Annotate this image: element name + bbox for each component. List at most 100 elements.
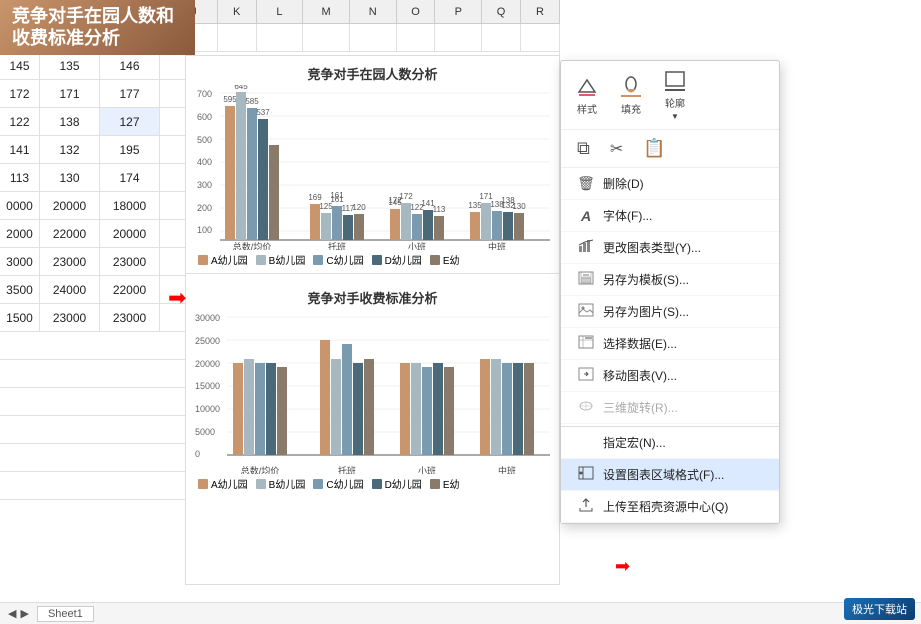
menu-item-move-chart[interactable]: 移动图表(V)... xyxy=(561,360,779,392)
cell[interactable]: 172 xyxy=(0,80,40,107)
menu-item-save-template-label: 另存为模板(S)... xyxy=(603,271,689,288)
legend-item-c: C幼儿园 xyxy=(313,252,363,267)
cell[interactable]: 127 xyxy=(100,108,160,135)
cell[interactable]: 132 xyxy=(40,136,100,163)
style-button[interactable]: 样式 xyxy=(573,75,601,116)
menu-item-save-image[interactable]: 另存为图片(S)... xyxy=(561,296,779,328)
cell[interactable]: 122 xyxy=(0,108,40,135)
cell[interactable]: 1500 xyxy=(0,304,40,331)
cell[interactable]: 23000 xyxy=(40,304,100,331)
cell[interactable]: 113 xyxy=(0,164,40,191)
cell[interactable]: 146 xyxy=(100,52,160,79)
cell[interactable]: 135 xyxy=(40,52,100,79)
chart-container[interactable]: 竞争对手在园人数分析 700 600 500 400 300 200 100 5… xyxy=(185,55,560,585)
cell[interactable]: 20000 xyxy=(100,220,160,247)
cell[interactable] xyxy=(257,24,304,51)
legend-color-e xyxy=(430,255,440,265)
font-icon: A xyxy=(577,208,595,224)
svg-text:10000: 10000 xyxy=(195,404,220,414)
cell[interactable]: 23000 xyxy=(40,248,100,275)
cell[interactable]: 24000 xyxy=(40,276,100,303)
svg-text:总数/均价: 总数/均价 xyxy=(241,465,280,474)
menu-item-3d-rotate: 三维旋转(R)... xyxy=(561,392,779,424)
legend2-label-e: E幼 xyxy=(443,476,460,491)
legend-label-d: D幼儿园 xyxy=(385,252,422,267)
cell[interactable]: 18000 xyxy=(100,192,160,219)
cell[interactable]: 177 xyxy=(100,80,160,107)
legend-item-d: D幼儿园 xyxy=(372,252,422,267)
watermark-text: 极光下载站 xyxy=(852,604,907,616)
nav-left-icon[interactable]: ◀ xyxy=(8,607,16,620)
cell[interactable]: 22000 xyxy=(40,220,100,247)
cell[interactable] xyxy=(397,24,436,51)
outline-label: 轮廓 xyxy=(665,95,685,110)
legend2-item-e: E幼 xyxy=(430,476,460,491)
cell[interactable]: 145 xyxy=(0,52,40,79)
svg-text:172: 172 xyxy=(388,196,402,205)
menu-item-font[interactable]: A 字体(F)... xyxy=(561,200,779,232)
3d-rotate-icon xyxy=(577,399,595,416)
cell[interactable] xyxy=(350,24,397,51)
outline-button[interactable]: 轮廓 ▼ xyxy=(661,69,689,121)
copy-icon[interactable]: ⧉ xyxy=(577,138,590,159)
menu-item-delete[interactable]: 🗑 删除(D) xyxy=(561,168,779,200)
paste-icon[interactable]: 📋 xyxy=(643,138,665,159)
legend-color-c xyxy=(313,255,323,265)
col-header-p: P xyxy=(435,0,482,23)
menu-item-macro[interactable]: 指定宏(N)... xyxy=(561,426,779,459)
cell[interactable]: 23000 xyxy=(100,248,160,275)
cell[interactable]: 130 xyxy=(40,164,100,191)
cell[interactable]: 3500 xyxy=(0,276,40,303)
fill-button[interactable]: 填充 xyxy=(617,75,645,116)
copy-cut-paste-row: ⧉ ✂ 📋 xyxy=(561,130,779,168)
legend2-label-d: D幼儿园 xyxy=(385,476,422,491)
menu-item-save-template[interactable]: 另存为模板(S)... xyxy=(561,264,779,296)
cell[interactable] xyxy=(521,24,560,51)
cut-icon[interactable]: ✂ xyxy=(610,139,623,159)
menu-item-change-chart-type[interactable]: 更改图表类型(Y)... xyxy=(561,232,779,264)
cell[interactable]: 195 xyxy=(100,136,160,163)
svg-text:300: 300 xyxy=(197,180,212,190)
legend-item-e: E幼 xyxy=(430,252,460,267)
cell[interactable]: 20000 xyxy=(40,192,100,219)
legend-label-b: B幼儿园 xyxy=(269,252,306,267)
legend-color-d xyxy=(372,255,382,265)
cell[interactable]: 174 xyxy=(100,164,160,191)
nav-right-icon[interactable]: ▶ xyxy=(20,607,28,620)
cell[interactable]: 138 xyxy=(40,108,100,135)
cell[interactable] xyxy=(303,24,350,51)
cell[interactable]: 23000 xyxy=(100,304,160,331)
svg-text:中班: 中班 xyxy=(498,465,516,474)
bottom-bar: ◀ ▶ Sheet1 100% xyxy=(0,602,921,624)
context-menu[interactable]: 样式 填充 轮廓 ▼ ⧉ ✂ 📋 🗑 删除(D) A 字体(F)... xyxy=(560,60,780,524)
cell[interactable]: 2000 xyxy=(0,220,40,247)
cell[interactable]: 22000 xyxy=(100,276,160,303)
sheet-tab[interactable]: Sheet1 xyxy=(37,606,94,622)
svg-text:小班: 小班 xyxy=(408,241,426,250)
cell[interactable] xyxy=(482,24,521,51)
legend2-color-b xyxy=(256,479,266,489)
cell[interactable] xyxy=(218,24,257,51)
menu-toolbar: 样式 填充 轮廓 ▼ xyxy=(561,61,779,130)
cell[interactable]: 3000 xyxy=(0,248,40,275)
style-icon xyxy=(573,75,601,99)
legend2-item-c: C幼儿园 xyxy=(313,476,363,491)
cell[interactable] xyxy=(435,24,482,51)
menu-item-upload[interactable]: 上传至稻壳资源中心(Q) xyxy=(561,491,779,523)
cell[interactable]: 141 xyxy=(0,136,40,163)
menu-item-format-chart-area[interactable]: 设置图表区域格式(F)... xyxy=(561,459,779,491)
cell[interactable]: 0000 xyxy=(0,192,40,219)
svg-text:600: 600 xyxy=(197,112,212,122)
legend2-label-c: C幼儿园 xyxy=(326,476,363,491)
cell[interactable]: 171 xyxy=(40,80,100,107)
col-header-m: M xyxy=(303,0,350,23)
menu-item-select-data[interactable]: 选择数据(E)... xyxy=(561,328,779,360)
watermark: 极光下载站 xyxy=(844,598,915,620)
menu-item-format-chart-area-label: 设置图表区域格式(F)... xyxy=(603,466,724,483)
change-chart-icon xyxy=(577,239,595,256)
svg-text:120: 120 xyxy=(352,203,366,212)
delete-icon: 🗑 xyxy=(577,175,595,192)
col-header-o: O xyxy=(397,0,436,23)
menu-item-move-chart-label: 移动图表(V)... xyxy=(603,367,677,384)
legend-color-a xyxy=(198,255,208,265)
